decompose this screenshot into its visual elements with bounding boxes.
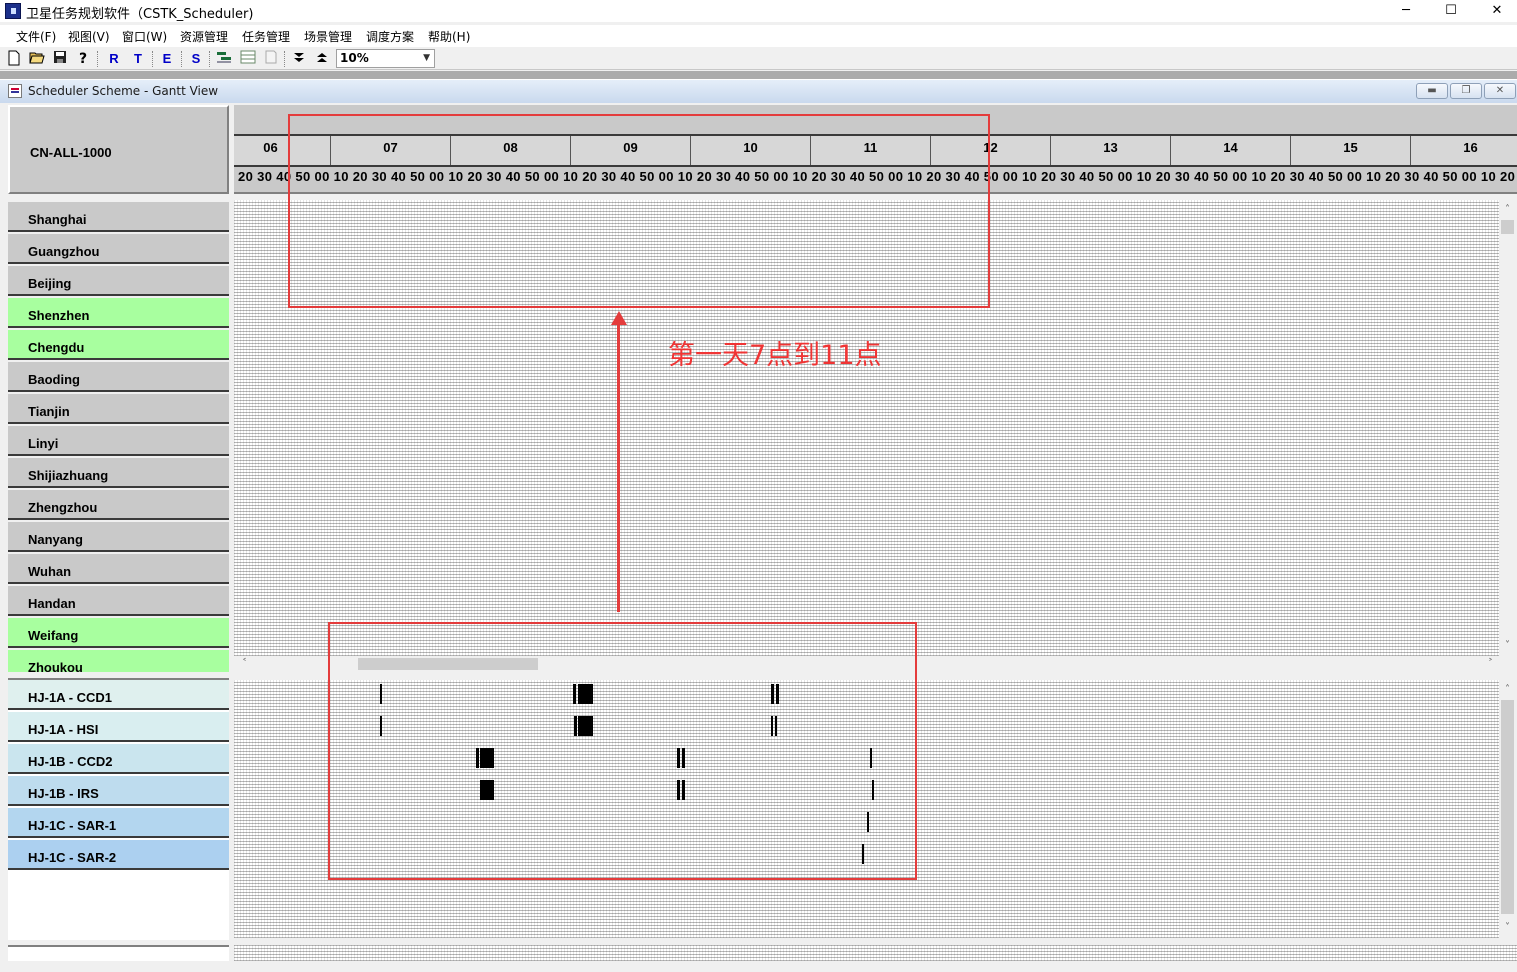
satellite-list[interactable]: HJ-1A - CCD1 HJ-1A - HSI HJ-1B - CCD2 HJ-1B… [8, 678, 229, 940]
resource-list[interactable]: Shanghai Guangzhou Beijing Shenzhen Chengdu B… [8, 202, 229, 672]
scroll-down-icon[interactable]: ˅ [1499, 638, 1516, 654]
satellite-vertical-scrollbar[interactable]: ˄ ˅ [1499, 680, 1516, 938]
task-button[interactable]: T [129, 50, 147, 68]
annotation-label: 第一天7点到11点 [668, 340, 882, 371]
toolbar-separator [284, 51, 285, 67]
scroll-thumb[interactable] [1501, 220, 1514, 234]
empty-row-header [8, 945, 229, 961]
scheme-header: CN-ALL-1000 [8, 105, 229, 194]
maximize-button[interactable]: ☐ [1428, 0, 1474, 22]
resource-row[interactable]: Nanyang [8, 522, 229, 552]
menu-schedule[interactable]: 调度方案 [366, 28, 414, 45]
resource-row[interactable]: Guangzhou [8, 234, 229, 264]
hour-label: 14 [1170, 136, 1290, 165]
collapse-icon[interactable] [290, 50, 308, 68]
satellite-row[interactable]: HJ-1A - HSI [8, 712, 229, 742]
menu-file[interactable]: 文件(F) [16, 28, 56, 45]
resource-vertical-scrollbar[interactable]: ˄ ˅ [1499, 200, 1516, 656]
help-icon[interactable]: ? [74, 50, 92, 68]
arrow-up-icon [611, 311, 627, 325]
toolbar: ? R T E S 10% ▼ [0, 48, 1517, 70]
scroll-up-icon[interactable]: ˄ [1499, 202, 1516, 218]
print-icon[interactable] [262, 50, 280, 68]
menu-scenario[interactable]: 场景管理 [304, 28, 352, 45]
annotation-box-bottom [328, 622, 917, 880]
resource-row[interactable]: Wuhan [8, 554, 229, 584]
hour-label: 16 [1410, 136, 1517, 165]
close-button[interactable]: ✕ [1474, 0, 1517, 22]
child-close-button[interactable]: ✕ [1484, 83, 1516, 99]
expand-icon[interactable] [313, 50, 331, 68]
annotation-arrow [617, 322, 620, 612]
resource-row[interactable]: Baoding [8, 362, 229, 392]
scenario-button[interactable]: E [158, 50, 176, 68]
zoom-select[interactable]: 10% ▼ [336, 49, 435, 68]
menu-tasks[interactable]: 任务管理 [242, 28, 290, 45]
chevron-down-icon: ▼ [423, 53, 430, 63]
hour-label: 15 [1290, 136, 1410, 165]
menu-help[interactable]: 帮助(H) [428, 28, 470, 45]
hour-label: 13 [1050, 136, 1170, 165]
child-window-title: Scheduler Scheme - Gantt View [28, 84, 219, 98]
menu-resources[interactable]: 资源管理 [180, 28, 228, 45]
schedule-button[interactable]: S [187, 50, 205, 68]
menu-view[interactable]: 视图(V) [68, 28, 110, 45]
resource-row[interactable]: Chengdu [8, 330, 229, 360]
resource-row[interactable]: Zhoukou [8, 650, 229, 672]
resource-row[interactable]: Beijing [8, 266, 229, 296]
scroll-down-icon[interactable]: ˅ [1499, 920, 1516, 936]
toolbar-separator [181, 51, 182, 67]
scroll-left-icon[interactable]: ˂ [236, 656, 253, 672]
scroll-corner [1499, 656, 1516, 672]
scroll-up-icon[interactable]: ˄ [1499, 682, 1516, 698]
new-icon[interactable] [5, 50, 23, 68]
resource-row[interactable]: Handan [8, 586, 229, 616]
child-restore-button[interactable]: ❐ [1450, 83, 1482, 99]
satellite-row[interactable]: HJ-1B - IRS [8, 776, 229, 806]
bottom-gantt-strip [234, 945, 1517, 961]
satellite-row[interactable]: HJ-1C - SAR-2 [8, 840, 229, 870]
title-bar: 卫星任务规划软件（CSTK_Scheduler) ─ ☐ ✕ [0, 0, 1517, 22]
resource-row[interactable]: Tianjin [8, 394, 229, 424]
child-minimize-button[interactable]: ▬ [1416, 83, 1448, 99]
annotation-box-top [288, 114, 990, 308]
resource-row[interactable]: Shenzhen [8, 298, 229, 328]
gantt-window-icon [8, 84, 22, 98]
resource-row[interactable]: Linyi [8, 426, 229, 456]
resource-row[interactable]: Shijiazhuang [8, 458, 229, 488]
satellite-row[interactable]: HJ-1C - SAR-1 [8, 808, 229, 838]
app-icon [5, 3, 21, 19]
window-title: 卫星任务规划软件（CSTK_Scheduler) [26, 7, 254, 22]
toolbar-separator [152, 51, 153, 67]
resource-button[interactable]: R [105, 50, 123, 68]
resource-row[interactable]: Shanghai [8, 202, 229, 232]
satellite-row[interactable]: HJ-1B - CCD2 [8, 744, 229, 774]
menu-bar: 文件(F) 视图(V) 窗口(W) 资源管理 任务管理 场景管理 调度方案 帮助… [0, 25, 1517, 47]
resource-row[interactable]: Zhengzhou [8, 490, 229, 520]
gantt-icon[interactable] [215, 50, 233, 68]
open-icon[interactable] [28, 50, 46, 68]
minimize-button[interactable]: ─ [1383, 0, 1429, 22]
table-icon[interactable] [239, 50, 257, 68]
save-icon[interactable] [51, 50, 69, 68]
scroll-thumb[interactable] [1501, 700, 1514, 914]
satellite-row[interactable]: HJ-1A - CCD1 [8, 680, 229, 710]
toolbar-separator [209, 51, 210, 67]
resource-row[interactable]: Weifang [8, 618, 229, 648]
scroll-right-icon[interactable]: ˃ [1482, 656, 1499, 672]
svg-text:?: ? [79, 51, 87, 66]
scheme-name: CN-ALL-1000 [30, 145, 112, 160]
child-window-title-bar: Scheduler Scheme - Gantt View ▬ ❐ ✕ [0, 79, 1517, 103]
toolbar-separator [97, 51, 98, 67]
zoom-value: 10% [340, 51, 369, 65]
menu-window[interactable]: 窗口(W) [122, 28, 167, 45]
